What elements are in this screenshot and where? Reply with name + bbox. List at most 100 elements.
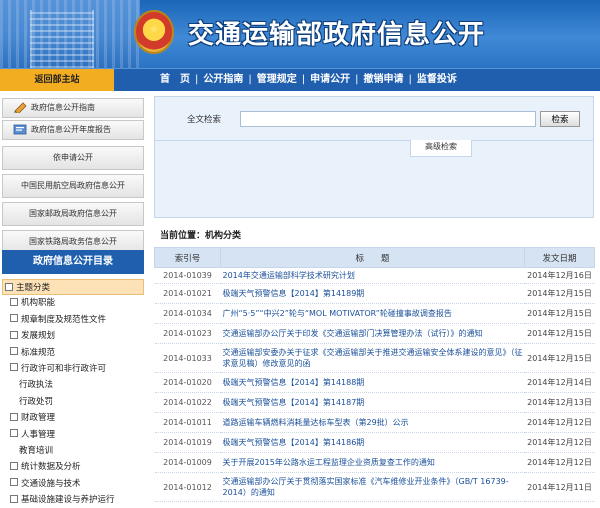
- row-index: 2014-01011: [154, 412, 221, 433]
- expand-icon: [10, 297, 18, 306]
- nav-link-home[interactable]: 首 页: [160, 74, 190, 85]
- table-row: 2014-01019 极端天气预警信息【2014】第14186期 2014年12月1…: [154, 432, 595, 453]
- row-index: 2014-01033: [154, 343, 221, 373]
- row-title-link[interactable]: 2014年交通运输部科学技术研究计划: [220, 267, 525, 284]
- row-date: 2014年12月13日: [524, 392, 595, 413]
- table-row: 2014-01009 关于开展2015年公路水运工程监理企业资质复查工作的通知 20…: [154, 452, 595, 473]
- table-row: 2014-01012 交通运输部办公厅关于贯彻落实国家标准《汽车维修业开业条件》（…: [154, 472, 595, 502]
- row-title-link[interactable]: 交通运输部办公厅关于贯彻落实国家标准《汽车维修业开业条件》（GB/T 16739…: [220, 472, 525, 502]
- row-index: 2014-01020: [154, 372, 221, 393]
- search-button[interactable]: 检索: [540, 111, 580, 127]
- tree-item-label: 机构职能: [21, 298, 56, 309]
- site-header: ★ 交通运输部政府信息公开: [0, 0, 600, 68]
- tree-item[interactable]: 财政管理: [2, 410, 144, 426]
- row-title-link[interactable]: 道路运输车辆燃料消耗量达标车型表（第29批）公示: [220, 412, 525, 433]
- row-title-link[interactable]: 极端天气预警信息【2014】第14186期: [220, 432, 525, 453]
- main-nav: 返回部主站 首 页 | 公开指南 | 管理规定 | 申请公开 | 撤销申请 | 监督投诉: [0, 68, 600, 91]
- document-table: 索引号 标 题 发文日期 2014-01039 2014年交通运输部科学技术研究计…: [154, 247, 595, 502]
- sidebar-apply-button[interactable]: 依申请公开: [2, 146, 144, 170]
- tree-item-label: 标准规范: [21, 347, 56, 358]
- tree-item-label: 交通设施与技术: [21, 478, 81, 489]
- row-date: 2014年12月15日: [524, 283, 595, 304]
- sidebar-guide-label: 政府信息公开指南: [31, 103, 95, 112]
- divider: [155, 140, 593, 141]
- national-emblem-icon: ★: [134, 10, 174, 54]
- tree-item[interactable]: 行政许可和非行政许可: [2, 361, 144, 377]
- row-title-link[interactable]: 广州“5·5”“中兴2”轮与“MOL MOTIVATOR”轮碰撞事故调查报告: [220, 303, 525, 324]
- tree-item-label: 行政许可和非行政许可: [21, 363, 107, 374]
- topic-tree: 主题分类机构职能规章制度及规范性文件 发展规划标准规范行政许可和非行政许可行政执法…: [2, 279, 144, 508]
- row-date: 2014年12月12日: [524, 452, 595, 473]
- expand-icon: [10, 478, 18, 487]
- row-index: 2014-01039: [154, 267, 221, 284]
- tree-item[interactable]: 发展规划: [2, 328, 144, 344]
- nav-separator: |: [248, 74, 252, 85]
- sidebar-guide-button[interactable]: 政府信息公开指南: [2, 98, 144, 118]
- tree-item[interactable]: 规章制度及规范性文件: [2, 312, 144, 328]
- pencil-icon: [13, 102, 27, 115]
- tree-item[interactable]: 标准规范: [2, 345, 144, 361]
- tree-item-label: 人事管理: [21, 429, 56, 440]
- row-title-link[interactable]: 交通运输部安委办关于征求《交通运输部关于推进交通运输安全体系建设的意见》（征求意…: [220, 343, 525, 373]
- row-title-link[interactable]: 交通运输部办公厅关于印发《交通运输部门决算管理办法（试行）》的通知: [220, 323, 525, 344]
- row-date: 2014年12月15日: [524, 323, 595, 344]
- table-row: 2014-01011 道路运输车辆燃料消耗量达标车型表（第29批）公示 2014年1…: [154, 412, 595, 433]
- tree-item[interactable]: 基础设施建设与养护运行: [2, 492, 144, 508]
- nav-links: 首 页 | 公开指南 | 管理规定 | 申请公开 | 撤销申请 | 监督投诉: [160, 69, 457, 91]
- table-row: 2014-01020 极端天气预警信息【2014】第14188期 2014年12月1…: [154, 372, 595, 393]
- row-index: 2014-01022: [154, 392, 221, 413]
- row-date: 2014年12月16日: [524, 267, 595, 284]
- row-title-link[interactable]: 极端天气预警信息【2014】第14187期: [220, 392, 525, 413]
- tree-item-label: 规章制度及规范性文件: [21, 314, 107, 325]
- row-date: 2014年12月15日: [524, 303, 595, 324]
- row-title-link[interactable]: 关于开展2015年公路水运工程监理企业资质复查工作的通知: [220, 452, 525, 473]
- tree-item-label: 发展规划: [21, 331, 56, 342]
- row-title-link[interactable]: 极端天气预警信息【2014】第14188期: [220, 372, 525, 393]
- tree-item[interactable]: 人事管理: [2, 427, 144, 443]
- tree-item[interactable]: 教育培训: [2, 443, 144, 459]
- tree-item-label: 行政处罚: [19, 396, 54, 407]
- row-index: 2014-01021: [154, 283, 221, 304]
- sidebar-caac-button[interactable]: 中国民用航空局政府信息公开: [2, 174, 144, 198]
- column-header-title: 标 题: [220, 247, 525, 268]
- nav-link-guide[interactable]: 公开指南: [203, 74, 243, 85]
- expand-icon: [10, 412, 18, 421]
- sidebar-annual-report-button[interactable]: 政府信息公开年度报告: [2, 120, 144, 140]
- expand-icon: [10, 494, 18, 503]
- tree-item[interactable]: 机构职能: [2, 295, 144, 311]
- breadcrumb: 当前位置：机构分类: [160, 231, 242, 241]
- tree-item[interactable]: 交通设施与技术: [2, 476, 144, 492]
- tree-item[interactable]: 行政处罚: [2, 394, 144, 410]
- sidebar-annual-report-label: 政府信息公开年度报告: [31, 125, 111, 134]
- expand-icon: [10, 314, 18, 323]
- column-header-date: 发文日期: [524, 247, 595, 268]
- row-index: 2014-01012: [154, 472, 221, 502]
- row-date: 2014年12月15日: [524, 343, 595, 373]
- back-home-link[interactable]: 返回部主站: [0, 69, 114, 91]
- nav-link-regulations[interactable]: 管理规定: [257, 74, 297, 85]
- search-input[interactable]: [240, 111, 536, 127]
- nav-link-revoke[interactable]: 撤销申请: [364, 74, 404, 85]
- tree-item[interactable]: 行政执法: [2, 377, 144, 393]
- nav-link-apply[interactable]: 申请公开: [310, 74, 350, 85]
- row-index: 2014-01023: [154, 323, 221, 344]
- table-header-row: 索引号 标 题 发文日期: [154, 247, 595, 268]
- report-icon: [13, 124, 27, 135]
- building-tower-image: [30, 10, 94, 68]
- row-title-link[interactable]: 极端天气预警信息【2014】第14189期: [220, 283, 525, 304]
- sidebar-post-button[interactable]: 国家邮政局政府信息公开: [2, 202, 144, 226]
- tree-item-label: 统计数据及分析: [21, 462, 81, 473]
- tree-root-item[interactable]: 主题分类: [2, 279, 144, 296]
- collapse-icon: [5, 282, 13, 291]
- expand-icon: [10, 347, 18, 356]
- row-index: 2014-01019: [154, 432, 221, 453]
- expand-icon: [10, 461, 18, 470]
- table-row: 2014-01034 广州“5·5”“中兴2”轮与“MOL MOTIVATOR”轮…: [154, 303, 595, 324]
- site-title: 交通运输部政府信息公开: [188, 20, 486, 50]
- row-index: 2014-01009: [154, 452, 221, 473]
- nav-link-complaint[interactable]: 监督投诉: [417, 74, 457, 85]
- advanced-search-tab[interactable]: 高级检索: [410, 140, 472, 157]
- search-panel: 全文检索 检索 高级检索: [154, 96, 594, 218]
- nav-separator: |: [408, 74, 412, 85]
- tree-item[interactable]: 统计数据及分析: [2, 459, 144, 475]
